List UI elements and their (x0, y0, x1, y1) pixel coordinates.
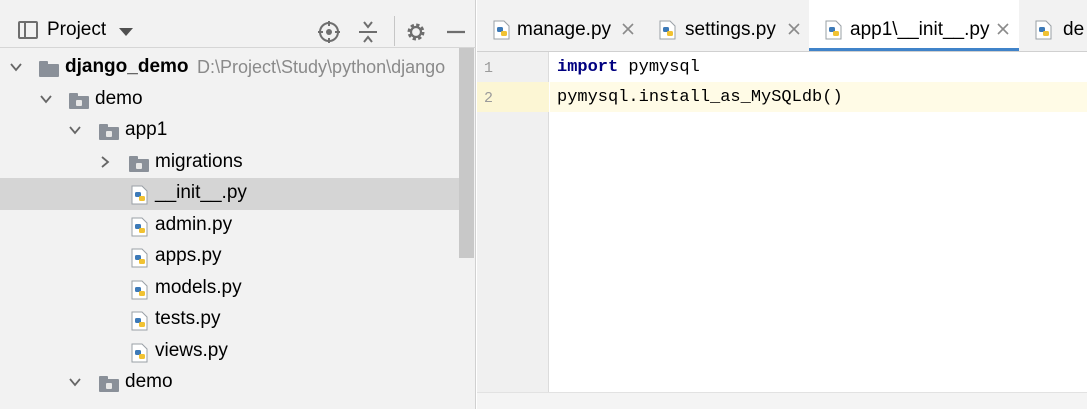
tree-item-label: app1 (125, 119, 168, 140)
line-number: 1 (484, 60, 494, 77)
tab-label: app1\__init__.py (850, 19, 990, 40)
code-line[interactable]: import pymysql (557, 58, 700, 77)
folder-icon (99, 376, 119, 392)
tree-item-label: demo (95, 88, 143, 109)
tree-item-file[interactable]: __init__.py (0, 178, 460, 210)
chevron-down-icon[interactable] (39, 92, 53, 106)
tree-item-label: __init__.py (155, 182, 247, 203)
python-file-icon (131, 185, 148, 205)
header-divider (394, 16, 395, 46)
python-file-icon (131, 217, 148, 237)
tree-item-file[interactable]: admin.py (0, 210, 460, 242)
code-text: pymysql (618, 58, 700, 77)
tree-item-label: demo (125, 371, 173, 392)
python-file-icon (131, 248, 148, 268)
chevron-right-icon[interactable] (98, 155, 112, 169)
tree-item-label: apps.py (155, 245, 222, 266)
close-icon[interactable] (787, 22, 801, 36)
tab-label: settings.py (685, 19, 776, 40)
tree-item-file[interactable]: models.py (0, 273, 460, 305)
chevron-down-icon[interactable] (119, 28, 133, 36)
python-file-icon (1035, 20, 1052, 40)
folder-icon (99, 124, 119, 140)
tree-item-file[interactable]: tests.py (0, 304, 460, 336)
tree-item-folder[interactable]: demo (0, 84, 460, 116)
code-keyword: import (557, 58, 619, 77)
python-file-icon (493, 20, 510, 40)
chevron-down-icon[interactable] (9, 60, 23, 74)
tab-label: de (1063, 19, 1085, 40)
tree-item-label: django_demo (65, 56, 189, 77)
python-file-icon (131, 311, 148, 331)
tab-manage-py[interactable]: manage.py (477, 0, 641, 51)
project-panel-header: Project (0, 0, 476, 48)
chevron-down-icon[interactable] (68, 123, 82, 137)
tree-item-root[interactable]: django_demo D:\Project\Study\python\djan… (0, 52, 460, 84)
close-icon[interactable] (996, 22, 1010, 36)
tab-settings-py[interactable]: settings.py (641, 0, 809, 51)
tree-item-file[interactable]: views.py (0, 336, 460, 368)
project-view-icon[interactable] (18, 21, 38, 39)
tree-item-label: models.py (155, 277, 242, 298)
minimize-icon[interactable] (444, 20, 468, 44)
tree-item-path: D:\Project\Study\python\django (197, 57, 446, 77)
tree-item-folder[interactable]: migrations (0, 147, 460, 179)
collapse-all-icon[interactable] (356, 20, 380, 44)
folder-icon (39, 61, 59, 77)
line-number: 2 (484, 90, 494, 107)
editor-horizontal-scrollbar[interactable] (477, 392, 1087, 409)
close-icon[interactable] (621, 22, 635, 36)
project-panel: Project django_demo D:\Project\Study\pyt… (0, 0, 476, 409)
folder-icon (69, 93, 89, 109)
tree-item-file[interactable]: apps.py (0, 241, 460, 273)
tree-item-label: migrations (155, 151, 243, 172)
code-line[interactable]: pymysql.install_as_MySQLdb() (557, 88, 843, 107)
project-panel-title[interactable]: Project (47, 19, 106, 41)
tree-item-folder[interactable]: app1 (0, 115, 460, 147)
python-file-icon (131, 280, 148, 300)
python-file-icon (825, 20, 842, 40)
tree-item-label: admin.py (155, 214, 233, 235)
tab-demo-partial[interactable]: de (1019, 0, 1087, 51)
gear-icon[interactable] (404, 20, 428, 44)
python-file-icon (131, 343, 148, 363)
folder-icon (129, 156, 149, 172)
tree-item-folder[interactable]: demo (0, 367, 460, 399)
python-file-icon (659, 20, 676, 40)
tree-item-label: tests.py (155, 308, 221, 329)
project-tree-scrollbar[interactable] (459, 48, 474, 258)
editor-tab-bar: manage.py settings.py app1\__init__.py d… (477, 0, 1087, 52)
locate-icon[interactable] (317, 20, 341, 44)
tab-app1-init-py[interactable]: app1\__init__.py (809, 0, 1019, 51)
chevron-down-icon[interactable] (68, 375, 82, 389)
code-text: pymysql.install_as_MySQLdb() (557, 88, 843, 107)
tab-label: manage.py (517, 19, 612, 40)
tree-item-label: views.py (155, 340, 228, 361)
